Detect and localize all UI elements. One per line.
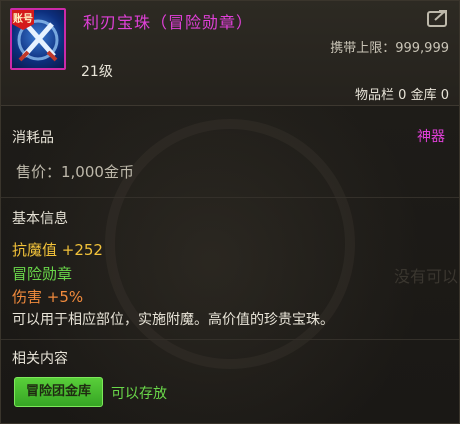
adventure-medal-label: 冒险勋章 [12,265,73,283]
watermark-text: 没有可以 [394,267,459,286]
carry-limit: 携带上限：999,999 [330,41,449,56]
related-content-title: 相关内容 [12,351,68,367]
sell-price: 售价：1,000金币 [16,163,134,181]
rarity-label: 神器 [417,129,445,145]
item-type: 消耗品 [12,130,54,146]
divider [1,197,459,198]
magic-resist-stat: 抗魔值 +252 [12,241,103,259]
carry-limit-value: 999,999 [395,41,449,56]
damage-stat-name: 伤害 + [12,288,60,306]
damage-stat: 伤害 +5% [12,286,83,307]
damage-stat-value: 5% [59,288,84,306]
account-vault-button[interactable]: 冒险团金库 [14,377,103,407]
carry-limit-label: 携带上限 [330,41,383,56]
item-description: 可以用于相应部位，实施附魔。高价值的珍贵宝珠。 [12,312,334,328]
item-level: 21级 [81,64,113,80]
item-icon: 账号 [10,8,66,70]
background-emblem [105,119,355,369]
tooltip-header: 账号 利刃宝珠（冒险勋章） 携带上限：999,999 21级 物品栏 0 金库 … [1,1,459,106]
storable-text: 可以存放 [111,386,167,402]
share-icon[interactable] [427,9,449,27]
item-tooltip: 账号 利刃宝珠（冒险勋章） 携带上限：999,999 21级 物品栏 0 金库 … [0,0,460,424]
basic-info-title: 基本信息 [12,211,68,227]
item-name: 利刃宝珠（冒险勋章） [83,13,254,32]
storage-count: 物品栏 0 金库 0 [355,88,449,103]
divider [1,339,459,340]
